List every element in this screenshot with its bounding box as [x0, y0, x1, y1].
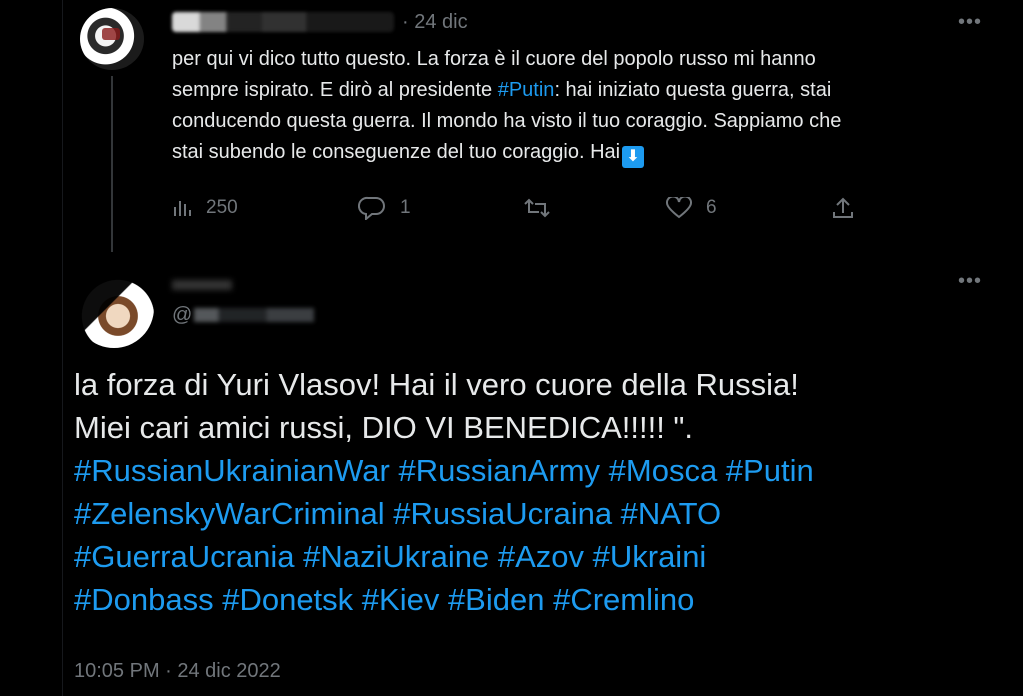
author-handle[interactable]: @: [172, 302, 315, 328]
right-gutter: [1005, 0, 1023, 696]
parent-action-bar: 250 1 6: [172, 195, 872, 221]
views-button[interactable]: 250: [172, 195, 238, 221]
reply-count: 1: [400, 197, 411, 218]
views-icon: [174, 201, 191, 216]
parent-avatar[interactable]: [80, 8, 144, 70]
parent-text-line4: stai subendo le conseguenze del tuo cora…: [172, 141, 621, 163]
left-gutter: [0, 0, 62, 696]
like-icon: [666, 197, 692, 219]
thread-connector-line: [111, 76, 113, 252]
like-button[interactable]: 6: [666, 195, 717, 221]
like-count: 6: [706, 197, 717, 218]
more-icon[interactable]: •••: [958, 271, 982, 291]
down-arrow-emoji-icon: ⬇: [622, 146, 645, 168]
parent-author-name-redacted[interactable]: [172, 12, 394, 32]
parent-text-line1: per qui vi dico tutto questo. La forza è…: [172, 48, 816, 70]
main-tweet-text: la forza di Yuri Vlasov! Hai il vero cuo…: [74, 363, 994, 621]
handle-at-sign: @: [172, 303, 193, 326]
views-count: 250: [206, 197, 238, 218]
parent-tweet-text: per qui vi dico tutto questo. La forza è…: [172, 44, 982, 168]
author-avatar[interactable]: [74, 268, 154, 348]
retweet-button[interactable]: [524, 195, 564, 221]
share-button[interactable]: [832, 195, 854, 221]
parent-text-line2a: sempre ispirato. E dirò al presidente: [172, 79, 498, 101]
handle-redacted: [194, 308, 315, 322]
reply-icon: [358, 196, 385, 220]
main-text-line1: la forza di Yuri Vlasov! Hai il vero cuo…: [74, 367, 799, 402]
share-icon: [833, 197, 853, 218]
reply-button[interactable]: 1: [358, 195, 411, 221]
hashtag-link[interactable]: #Putin: [498, 79, 555, 101]
hashtags-line4[interactable]: #Donbass #Donetsk #Kiev #Biden #Cremlino: [74, 578, 994, 621]
tweet-timestamp[interactable]: 10:05 PM · 24 dic 2022: [74, 660, 281, 683]
author-name-redacted[interactable]: [172, 280, 232, 290]
parent-tweet-header: · 24 dic: [172, 10, 468, 34]
hashtags-line2[interactable]: #ZelenskyWarCriminal #RussiaUcraina #NAT…: [74, 492, 994, 535]
main-text-line2: Miei cari amici russi, DIO VI BENEDICA!!…: [74, 410, 694, 445]
hashtags-line3[interactable]: #GuerraUcrania #NaziUkraine #Azov #Ukrai…: [74, 535, 994, 578]
parent-tweet-date[interactable]: · 24 dic: [402, 11, 468, 34]
more-icon[interactable]: •••: [958, 12, 982, 32]
parent-text-line2b: : hai iniziato questa guerra, stai: [554, 79, 832, 101]
hashtags-line1[interactable]: #RussianUkrainianWar #RussianArmy #Mosca…: [74, 449, 994, 492]
retweet-icon: [524, 198, 550, 218]
parent-text-line3: conducendo questa guerra. Il mondo ha vi…: [172, 110, 842, 132]
